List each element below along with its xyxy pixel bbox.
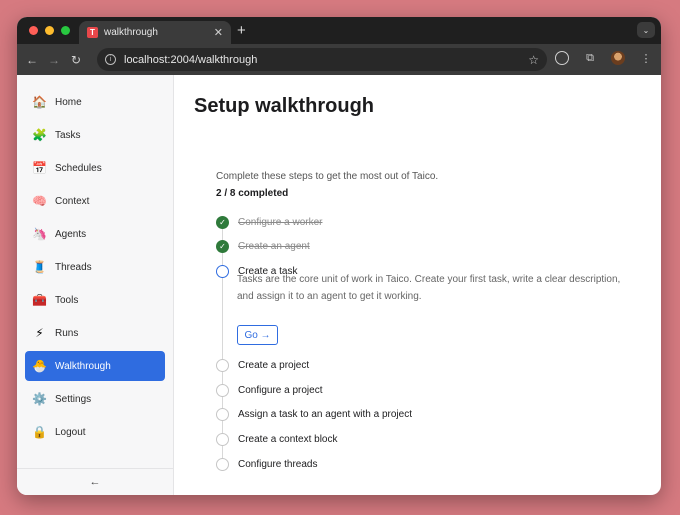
- main-content: Setup walkthrough Complete these steps t…: [174, 75, 661, 495]
- step-label: Assign a task to an agent with a project: [238, 409, 412, 420]
- sidebar-item-threads[interactable]: 🧵 Threads: [25, 252, 165, 282]
- hatching-chick-icon: 🐣: [32, 359, 47, 373]
- sidebar-item-logout[interactable]: 🔒 Logout: [25, 417, 165, 447]
- walkthrough-step[interactable]: ✓ Create an agent: [216, 240, 310, 253]
- tab-title: walkthrough: [104, 27, 158, 38]
- empty-circle-icon: [216, 265, 229, 278]
- back-button[interactable]: ←: [21, 53, 43, 67]
- walkthrough-intro: Complete these steps to get the most out…: [216, 171, 439, 182]
- window-controls: [29, 26, 70, 35]
- lightning-icon: ⚡: [35, 326, 44, 340]
- page-title: Setup walkthrough: [194, 95, 374, 117]
- sidebar-item-label: Tasks: [55, 129, 81, 141]
- step-label: Create a project: [238, 360, 310, 371]
- sidebar-item-tasks[interactable]: 🧩 Tasks: [25, 120, 165, 150]
- walkthrough-step[interactable]: Create a context block: [216, 433, 338, 446]
- puzzle-icon: 🧩: [32, 128, 47, 142]
- collapse-sidebar-button[interactable]: ←: [17, 468, 173, 495]
- check-circle-icon: ✓: [216, 216, 229, 229]
- agent-icon: 🦄: [32, 227, 47, 241]
- steps-connector-line: [222, 224, 223, 460]
- sidebar-item-home[interactable]: 🏠 Home: [25, 87, 165, 117]
- extensions-puzzle-icon[interactable]: ⧉: [583, 51, 597, 65]
- sidebar-item-context[interactable]: 🧠 Context: [25, 186, 165, 216]
- step-label: Create an agent: [238, 241, 310, 252]
- new-tab-button[interactable]: +: [237, 22, 246, 39]
- browser-menu-icon[interactable]: ⋮: [639, 51, 653, 65]
- forward-button[interactable]: →: [43, 53, 65, 67]
- sidebar-item-settings[interactable]: ⚙️ Settings: [25, 384, 165, 414]
- empty-circle-icon: [216, 433, 229, 446]
- progress-count: 2 / 8 completed: [216, 188, 289, 199]
- tab-close-icon[interactable]: ✕: [214, 26, 223, 39]
- sidebar-item-label: Agents: [55, 228, 87, 240]
- empty-circle-icon: [216, 458, 229, 471]
- site-info-icon[interactable]: i: [105, 54, 116, 65]
- sidebar: 🏠 Home 🧩 Tasks 📅 Schedules 🧠 Context 🦄 Agents 🧵 Thr…: [17, 75, 174, 495]
- close-window-button[interactable]: [29, 26, 38, 35]
- sidebar-item-schedules[interactable]: 📅 Schedules: [25, 153, 165, 183]
- reload-button[interactable]: ↻: [65, 53, 87, 67]
- sidebar-item-tools[interactable]: 🧰 Tools: [25, 285, 165, 315]
- sidebar-item-label: Logout: [55, 426, 86, 438]
- sidebar-item-label: Threads: [55, 261, 92, 273]
- step-label: Configure a worker: [238, 217, 323, 228]
- calendar-icon: 📅: [32, 161, 47, 175]
- walkthrough-step[interactable]: Configure a project: [216, 384, 323, 397]
- avatar[interactable]: [611, 51, 625, 65]
- sidebar-item-walkthrough[interactable]: 🐣 Walkthrough: [25, 351, 165, 381]
- brain-icon: 🧠: [32, 194, 47, 208]
- lock-icon: 🔒: [32, 425, 47, 439]
- bookmark-star-icon[interactable]: ☆: [528, 53, 539, 67]
- toolbar-actions: ⧉ ⋮: [555, 51, 653, 65]
- arrow-left-icon: ←: [89, 476, 101, 488]
- current-step-description: Tasks are the core unit of work in Taico…: [237, 274, 621, 302]
- step-label: Create a context block: [238, 434, 338, 445]
- maximize-window-button[interactable]: [61, 26, 70, 35]
- sidebar-item-label: Walkthrough: [55, 360, 111, 372]
- sidebar-item-runs[interactable]: ⚡ Runs: [25, 318, 165, 348]
- sidebar-item-agents[interactable]: 🦄 Agents: [25, 219, 165, 249]
- check-circle-icon: ✓: [216, 240, 229, 253]
- sidebar-item-label: Home: [55, 96, 82, 108]
- tab-strip: T walkthrough ✕ + ⌄: [17, 17, 661, 44]
- gear-icon: ⚙️: [32, 392, 47, 406]
- address-bar[interactable]: i localhost:2004/walkthrough ☆: [97, 48, 547, 71]
- tab-search-button[interactable]: ⌄: [637, 22, 655, 38]
- browser-toolbar: ← → ↻ i localhost:2004/walkthrough ☆ ⧉ ⋮: [17, 44, 661, 75]
- url-text[interactable]: localhost:2004/walkthrough: [124, 54, 520, 66]
- thread-spool-icon: 🧵: [32, 260, 47, 274]
- empty-circle-icon: [216, 408, 229, 421]
- house-icon: 🏠: [32, 95, 47, 109]
- sidebar-item-label: Context: [55, 195, 90, 207]
- browser-window: T walkthrough ✕ + ⌄ ← → ↻ i localhost:20…: [17, 17, 661, 495]
- go-button[interactable]: Go →: [237, 325, 278, 345]
- walkthrough-step[interactable]: ✓ Configure a worker: [216, 216, 322, 229]
- walkthrough-step[interactable]: Configure threads: [216, 458, 318, 471]
- walkthrough-step[interactable]: Create a project: [216, 359, 309, 372]
- step-label: Configure threads: [238, 459, 318, 470]
- sidebar-item-label: Settings: [55, 393, 92, 405]
- empty-circle-icon: [216, 384, 229, 397]
- sidebar-item-label: Runs: [55, 327, 79, 339]
- empty-circle-icon: [216, 359, 229, 372]
- sidebar-item-label: Schedules: [55, 162, 102, 174]
- minimize-window-button[interactable]: [45, 26, 54, 35]
- taico-favicon-icon: T: [87, 27, 98, 38]
- walkthrough-step[interactable]: Assign a task to an agent with a project: [216, 408, 412, 421]
- step-label: Configure a project: [238, 385, 323, 396]
- profile-extension-icon[interactable]: [555, 51, 569, 65]
- browser-tab[interactable]: T walkthrough ✕: [79, 21, 231, 44]
- sidebar-item-label: Tools: [55, 294, 79, 306]
- toolbox-icon: 🧰: [32, 293, 47, 307]
